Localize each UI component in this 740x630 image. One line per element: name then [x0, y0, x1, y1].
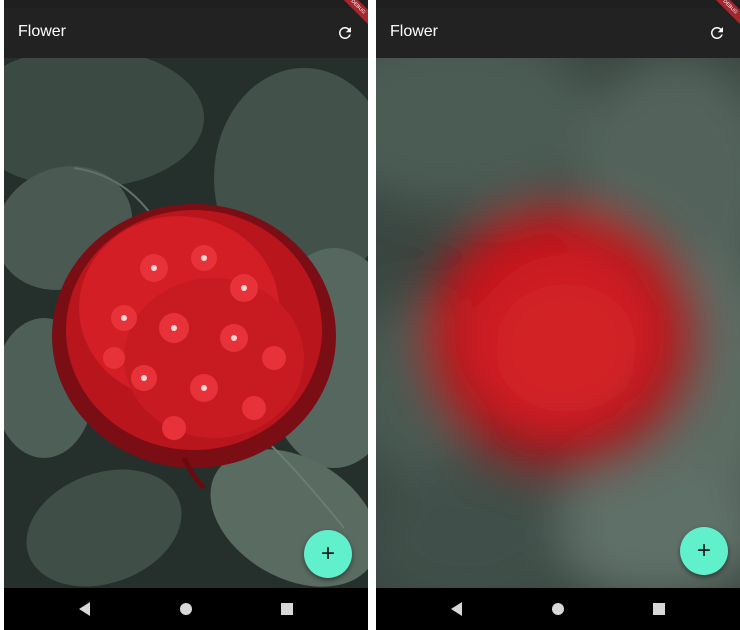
back-icon — [79, 602, 90, 616]
flower-image-blurred — [376, 58, 740, 588]
app-bar-title: Flower — [390, 23, 439, 40]
plus-icon: + — [696, 537, 711, 564]
phone-screen-blurred: Flower DEBUG + — [376, 0, 740, 630]
flower-image — [4, 58, 368, 588]
nav-recents-button[interactable] — [650, 600, 668, 618]
status-bar — [376, 0, 740, 8]
refresh-button[interactable] — [706, 22, 728, 44]
recents-icon — [281, 603, 293, 615]
refresh-icon — [338, 26, 351, 39]
screen-divider — [369, 0, 372, 630]
flower-photo — [4, 58, 368, 588]
nav-back-button[interactable] — [76, 600, 94, 618]
nav-back-button[interactable] — [448, 600, 466, 618]
refresh-button[interactable] — [334, 22, 356, 44]
back-icon — [451, 602, 462, 616]
nav-recents-button[interactable] — [278, 600, 296, 618]
add-fab-button[interactable]: + — [304, 530, 352, 578]
home-icon — [552, 603, 564, 615]
app-bar: Flower — [4, 8, 368, 58]
plus-icon: + — [320, 540, 335, 567]
nav-home-button[interactable] — [177, 600, 195, 618]
system-nav-bar — [4, 588, 368, 630]
screenshot-comparison: Flower DEBUG + Flower DEBUG + — [0, 0, 740, 630]
refresh-icon — [710, 26, 723, 39]
home-icon — [180, 603, 192, 615]
add-fab-button[interactable]: + — [680, 527, 728, 575]
system-nav-bar — [376, 588, 740, 630]
flower-photo-blurred — [376, 58, 740, 588]
nav-home-button[interactable] — [549, 600, 567, 618]
recents-icon — [653, 603, 665, 615]
app-bar: Flower — [376, 8, 740, 58]
app-bar-title: Flower — [18, 23, 67, 40]
phone-screen-sharp: Flower DEBUG + — [4, 0, 368, 630]
status-bar — [4, 0, 368, 8]
